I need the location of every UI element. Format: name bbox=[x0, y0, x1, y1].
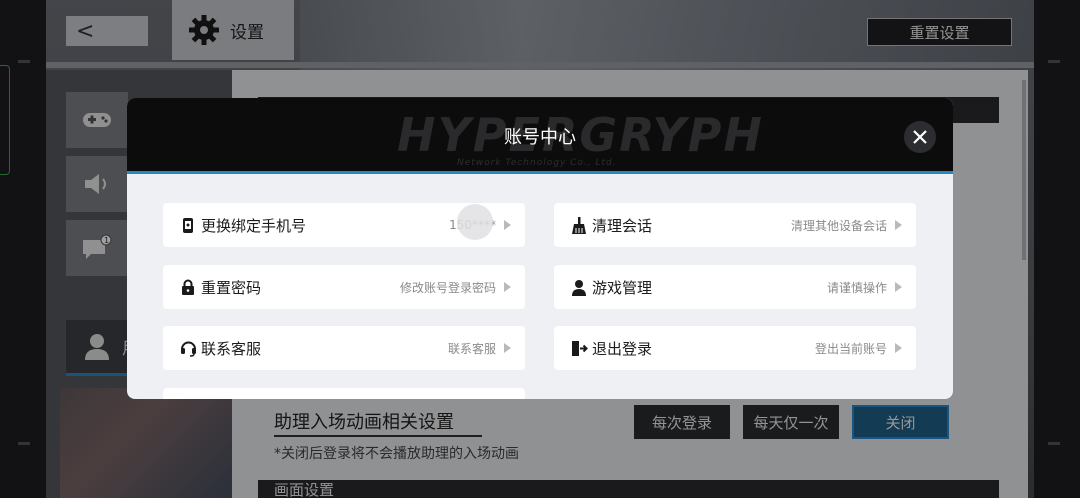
item-value: 请谨慎操作 bbox=[826, 280, 887, 295]
chevron-right-icon bbox=[504, 282, 511, 292]
item-label: 游戏管理 bbox=[592, 278, 653, 297]
close-icon bbox=[913, 130, 927, 144]
lock-icon bbox=[179, 278, 197, 296]
broom-icon bbox=[570, 216, 588, 234]
item-label: 退出登录 bbox=[592, 339, 653, 358]
account-center-modal: HYPERGRYPH Network Technology Co., Ltd. … bbox=[127, 98, 953, 399]
chevron-right-icon bbox=[504, 343, 511, 353]
user-icon bbox=[570, 278, 588, 296]
list-item-partial[interactable] bbox=[163, 388, 525, 399]
item-label: 重置密码 bbox=[201, 278, 262, 297]
item-clear-sessions[interactable]: 清理会话 清理其他设备会话 bbox=[554, 203, 916, 247]
modal-title: 账号中心 bbox=[504, 127, 576, 148]
phone-icon bbox=[179, 216, 197, 234]
item-label: 联系客服 bbox=[201, 339, 262, 358]
masked-number-blur bbox=[457, 204, 493, 240]
item-value: 登出当前账号 bbox=[814, 341, 887, 356]
item-reset-password[interactable]: 重置密码 修改账号登录密码 bbox=[163, 265, 525, 309]
logout-icon bbox=[570, 339, 588, 357]
item-value: 修改账号登录密码 bbox=[399, 280, 496, 295]
chevron-right-icon bbox=[895, 220, 902, 230]
item-label: 清理会话 bbox=[592, 216, 653, 235]
item-game-management[interactable]: 游戏管理 请谨慎操作 bbox=[554, 265, 916, 309]
modal-header: HYPERGRYPH Network Technology Co., Ltd. … bbox=[127, 98, 953, 174]
chevron-right-icon bbox=[895, 343, 902, 353]
chevron-right-icon bbox=[504, 220, 511, 230]
item-logout[interactable]: 退出登录 登出当前账号 bbox=[554, 326, 916, 370]
item-value: 联系客服 bbox=[447, 341, 496, 356]
chevron-right-icon bbox=[895, 282, 902, 292]
item-value: 清理其他设备会话 bbox=[790, 218, 887, 233]
close-button[interactable] bbox=[904, 121, 936, 153]
item-label: 更换绑定手机号 bbox=[201, 216, 307, 235]
item-contact-support[interactable]: 联系客服 联系客服 bbox=[163, 326, 525, 370]
headset-icon bbox=[179, 339, 197, 357]
